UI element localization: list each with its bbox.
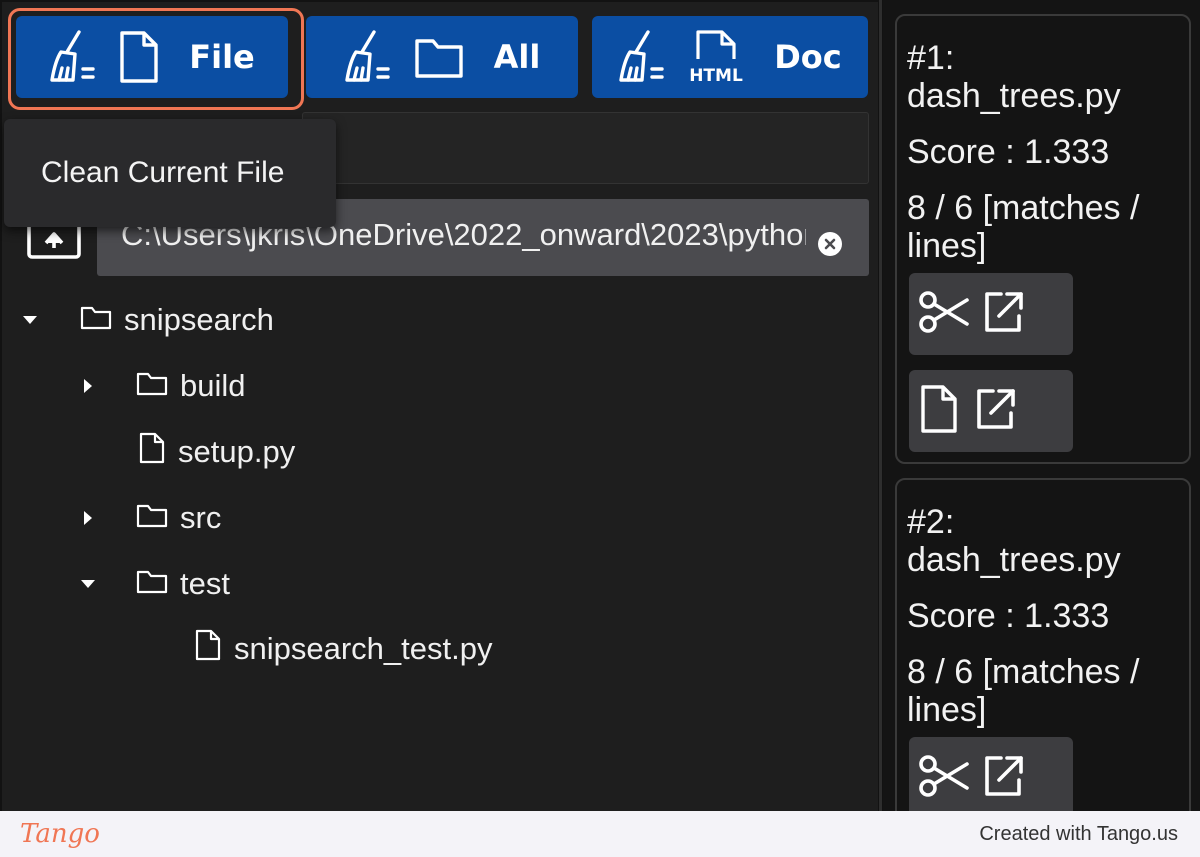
pane-divider[interactable] — [879, 0, 882, 811]
tree-node-label: build — [180, 368, 246, 403]
tooltip: Clean Current File — [4, 119, 336, 227]
result-matches-cont: lines] — [907, 691, 987, 729]
footer: Tango Created with Tango.us — [0, 811, 1200, 857]
tooltip-text: Clean Current File — [41, 156, 285, 189]
tree-node-label: test — [180, 566, 230, 601]
search-input[interactable] — [302, 112, 869, 184]
result-card: #2: dash_trees.py Score : 1.333 8 / 6 [m… — [895, 478, 1191, 811]
folder-icon — [136, 368, 168, 404]
result-card: #1: dash_trees.py Score : 1.333 8 / 6 [m… — [895, 14, 1191, 464]
tree-node-test[interactable]: test — [76, 559, 230, 609]
tree-node-label: snipsearch — [124, 302, 274, 337]
result-rank: #2: — [907, 503, 955, 541]
app-window: File All HTML Doc C:\Users\jkris\OneDriv… — [0, 0, 1200, 811]
tree-node-label: snipsearch_test.py — [234, 631, 493, 666]
clean-all-label: All — [493, 38, 541, 76]
result-filename: dash_trees.py — [907, 77, 1121, 115]
file-icon — [917, 384, 963, 438]
result-filename: dash_trees.py — [907, 541, 1121, 579]
tree-node-label: src — [180, 500, 222, 535]
tree-node-label: setup.py — [178, 434, 296, 469]
result-rank: #1: — [907, 39, 955, 77]
tree-node-build[interactable]: build — [76, 361, 246, 411]
open-file-button[interactable] — [909, 370, 1073, 452]
open-external-icon — [979, 288, 1027, 340]
footer-credit: Created with Tango.us — [979, 823, 1178, 845]
broom-icon — [344, 28, 400, 86]
tree-node-src[interactable]: src — [76, 493, 221, 543]
result-matches: 8 / 6 [matches / — [907, 189, 1140, 227]
broom-icon — [618, 28, 674, 86]
clean-doc-label: Doc — [774, 38, 842, 76]
file-icon — [194, 628, 222, 670]
folder-icon — [136, 566, 168, 602]
folder-icon — [80, 302, 112, 338]
tango-logo: Tango — [20, 819, 100, 849]
tree-node-setup-py[interactable]: setup.py — [136, 427, 295, 477]
caret-down-icon[interactable] — [18, 314, 42, 326]
result-matches: 8 / 6 [matches / — [907, 653, 1140, 691]
result-score: Score : 1.333 — [907, 597, 1110, 635]
clean-all-button[interactable]: All — [306, 16, 578, 98]
open-external-icon — [979, 752, 1027, 804]
step-highlight — [8, 8, 304, 110]
tree-node-snipsearch-test-py[interactable]: snipsearch_test.py — [192, 624, 492, 674]
svg-text:HTML: HTML — [689, 66, 743, 85]
html-file-icon: HTML — [688, 29, 744, 85]
copy-snippet-button[interactable] — [909, 737, 1073, 811]
result-matches-cont: lines] — [907, 227, 987, 265]
caret-down-icon[interactable] — [76, 578, 100, 590]
copy-snippet-button[interactable] — [909, 273, 1073, 355]
scissors-icon — [917, 752, 971, 804]
file-icon — [138, 431, 166, 473]
folder-icon — [414, 35, 464, 79]
clean-doc-button[interactable]: HTML Doc — [592, 16, 868, 98]
scissors-icon — [917, 288, 971, 340]
folder-icon — [136, 500, 168, 536]
tree-node-root[interactable]: snipsearch — [18, 295, 274, 345]
open-external-icon — [971, 385, 1019, 437]
caret-right-icon[interactable] — [76, 509, 100, 527]
result-score: Score : 1.333 — [907, 133, 1110, 171]
clear-icon[interactable] — [817, 231, 843, 261]
left-pane: File All HTML Doc C:\Users\jkris\OneDriv… — [2, 2, 878, 811]
caret-right-icon[interactable] — [76, 377, 100, 395]
